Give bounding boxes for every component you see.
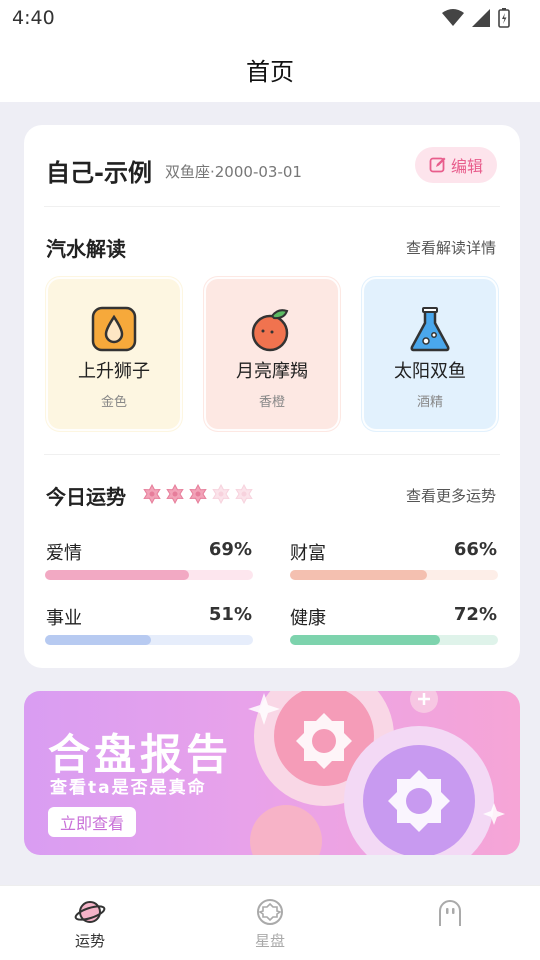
progress-bar-health (290, 635, 498, 645)
tile-name: 月亮摩羯 (236, 361, 308, 382)
bottom-tab-bar: 运势 星盘 (0, 885, 540, 960)
oil-drop-icon (91, 306, 137, 352)
progress-bar-love (45, 570, 253, 580)
signal-icon (472, 9, 490, 27)
progress-bar-wealth (290, 570, 498, 580)
tile-name: 太阳双鱼 (394, 361, 466, 382)
chart-wheel-icon (257, 899, 283, 925)
progress-bar-career (45, 635, 253, 645)
divider (44, 206, 500, 207)
reading-title: 汽水解读 (46, 237, 126, 261)
planet-icon (74, 901, 106, 923)
synastry-banner[interactable]: 合盘报告 查看ta是否是真命 立即查看 (24, 691, 520, 855)
tile-sub: 金色 (100, 395, 127, 410)
tile-sub: 酒精 (416, 395, 443, 410)
reading-tile-sun[interactable]: 太阳双鱼 酒精 (362, 277, 498, 431)
status-time: 4:40 (12, 7, 55, 29)
tab-label: 运势 (74, 932, 105, 950)
edit-icon (429, 157, 446, 173)
tile-sub: 香橙 (258, 395, 285, 410)
metric-label-career: 事业 (46, 608, 82, 629)
page-title: 首页 (246, 57, 294, 86)
fortune-title: 今日运势 (46, 485, 126, 509)
fortune-more-link[interactable]: 查看更多运势 (406, 485, 496, 506)
star-empty-icon (212, 484, 230, 504)
view-now-button[interactable]: 立即查看 (48, 807, 136, 837)
edit-button[interactable]: 编辑 (415, 147, 497, 183)
orange-icon (251, 309, 289, 352)
tab-chart[interactable]: 星盘 (180, 886, 360, 960)
wifi-icon (442, 9, 464, 26)
reading-tile-moon[interactable]: 月亮摩羯 香橙 (204, 277, 340, 431)
progress-fill (290, 570, 428, 580)
flask-icon (410, 307, 450, 352)
reading-tile-rising[interactable]: 上升狮子 金色 (46, 277, 182, 431)
profile-card: 自己-示例 双鱼座·2000-03-01 编辑 汽水解读 查看解读详情 上升狮子… (24, 125, 520, 668)
profile-detail: 双鱼座·2000-03-01 (165, 163, 302, 181)
banner-subtitle: 查看ta是否是真命 (50, 778, 207, 798)
metric-value-health: 72% (453, 604, 497, 625)
ghost-icon (439, 900, 461, 926)
progress-fill (45, 570, 189, 580)
star-filled-icon (143, 484, 161, 504)
metric-label-health: 健康 (290, 608, 326, 629)
reading-detail-link[interactable]: 查看解读详情 (406, 237, 496, 258)
status-bar: 4:40 (0, 0, 540, 36)
star-filled-icon (166, 484, 184, 504)
nav-bar: 首页 (0, 36, 540, 102)
metric-value-career: 51% (208, 604, 252, 625)
metric-label-wealth: 财富 (290, 543, 326, 564)
progress-fill (290, 635, 440, 645)
battery-icon (498, 8, 510, 28)
tile-name: 上升狮子 (78, 361, 150, 382)
metric-value-love: 69% (208, 539, 252, 560)
profile-name: 自己-示例 (46, 159, 152, 187)
metric-label-love: 爱情 (46, 543, 82, 564)
star-empty-icon (235, 484, 253, 504)
edit-label: 编辑 (450, 157, 483, 176)
status-icons (442, 8, 510, 28)
fortune-stars (142, 484, 254, 504)
tab-profile[interactable] (360, 886, 540, 960)
tab-label: 星盘 (254, 932, 285, 950)
tab-fortune[interactable]: 运势 (0, 886, 180, 960)
star-filled-icon (189, 484, 207, 504)
metric-value-wealth: 66% (453, 539, 497, 560)
divider (44, 454, 500, 455)
progress-fill (45, 635, 152, 645)
